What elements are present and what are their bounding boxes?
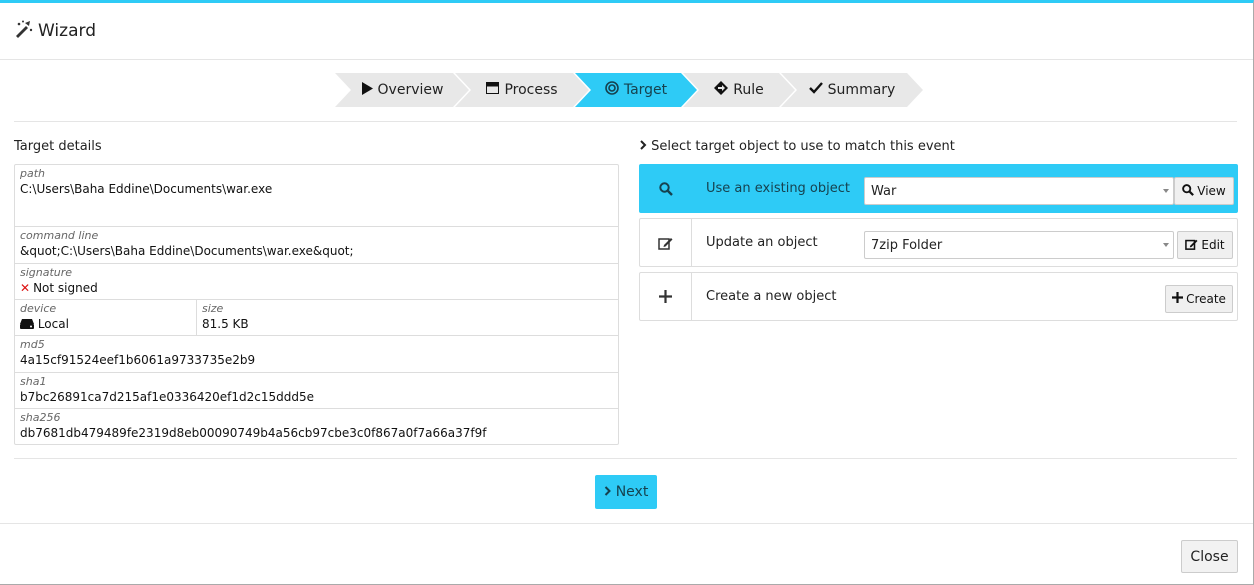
md5-row: md5 4a15cf91524eef1b6061a9733735e2b9 (15, 336, 618, 373)
edit-button-label: Edit (1201, 238, 1225, 252)
option-update-object[interactable]: Update an object 7zip Folder Edit (639, 218, 1238, 267)
sha256-label: sha256 (20, 411, 61, 424)
step-target[interactable]: Target (575, 73, 697, 107)
size-label: size (202, 302, 224, 315)
chevron-right-icon (604, 484, 611, 500)
update-object-select[interactable]: 7zip Folder (864, 231, 1174, 259)
select-target-title: Select target object to use to match thi… (639, 139, 955, 154)
option-create-object-label: Create a new object (706, 289, 837, 304)
signature-value: ✕ Not signed (20, 280, 613, 297)
view-button-label: View (1197, 184, 1226, 198)
device-value: Local (20, 316, 191, 333)
close-button[interactable]: Close (1181, 540, 1238, 573)
plus-icon (1172, 292, 1184, 306)
modal-footer (0, 523, 1253, 524)
wizard-steps: Overview Process Target Rule Summary (335, 73, 909, 109)
device-size-row: device Local size 81.5 KB (15, 300, 618, 336)
existing-object-select[interactable]: War (864, 177, 1174, 205)
edit-icon (640, 219, 692, 266)
next-button[interactable]: Next (595, 475, 657, 509)
search-icon (1182, 183, 1195, 199)
wizard-modal: Wizard Overview Process Target Rule Summ… (0, 0, 1254, 585)
check-icon (809, 82, 823, 98)
size-cell: size 81.5 KB (197, 300, 254, 335)
dropdown-caret-icon (1163, 189, 1169, 193)
divider (14, 458, 1237, 459)
signature-row: signature ✕ Not signed (15, 264, 618, 300)
command-line-label: command line (20, 229, 99, 242)
edit-icon (1185, 238, 1198, 253)
target-details-table: path C:\Users\Baha Eddine\Documents\war.… (14, 164, 619, 445)
dropdown-caret-icon (1163, 243, 1169, 247)
diamond-arrow-icon (714, 81, 728, 99)
md5-value: 4a15cf91524eef1b6061a9733735e2b9 (20, 353, 256, 367)
next-button-label: Next (615, 484, 649, 500)
step-overview[interactable]: Overview (335, 73, 469, 107)
chevron-right-icon (639, 139, 647, 154)
device-label: device (20, 302, 57, 315)
command-line-value: &quot;C:\Users\Baha Eddine\Documents\war… (20, 244, 354, 258)
option-use-existing[interactable]: Use an existing object War View (639, 164, 1238, 213)
device-cell: device Local (15, 300, 197, 335)
update-object-value: 7zip Folder (871, 237, 943, 253)
hard-drive-icon (20, 317, 34, 331)
sha1-value: b7bc26891ca7d215af1e0336420ef1d2c15ddd5e (20, 390, 315, 404)
signature-text: Not signed (33, 281, 98, 295)
window-icon (486, 82, 499, 98)
existing-object-value: War (871, 183, 897, 199)
x-icon: ✕ (20, 281, 31, 295)
option-update-object-label: Update an object (706, 235, 818, 250)
view-button[interactable]: View (1174, 177, 1234, 205)
edit-button[interactable]: Edit (1177, 231, 1233, 259)
sha1-row: sha1 b7bc26891ca7d215af1e0336420ef1d2c15… (15, 373, 618, 409)
plus-icon (640, 273, 692, 320)
command-line-row: command line &quot;C:\Users\Baha Eddine\… (15, 227, 618, 264)
step-rule[interactable]: Rule (683, 73, 795, 107)
divider (14, 121, 1237, 122)
select-target-title-text: Select target object to use to match thi… (651, 139, 955, 154)
option-use-existing-label: Use an existing object (706, 181, 850, 196)
sha1-label: sha1 (20, 375, 47, 388)
search-icon (640, 165, 692, 212)
modal-title-text: Wizard (38, 21, 96, 41)
modal-title: Wizard (14, 20, 96, 43)
play-icon (361, 82, 373, 99)
sha256-value: db7681db479489fe2319d8eb00090749b4a56cb9… (20, 426, 487, 440)
modal-header: Wizard (0, 3, 1253, 60)
target-details-title: Target details (14, 139, 102, 154)
step-summary[interactable]: Summary (781, 73, 923, 107)
signature-label: signature (20, 266, 73, 279)
sha256-row: sha256 db7681db479489fe2319d8eb00090749b… (15, 409, 618, 444)
magic-wand-icon (14, 20, 34, 43)
step-label: Summary (827, 82, 896, 98)
device-text: Local (37, 317, 69, 331)
step-label: Rule (733, 82, 764, 98)
path-label: path (20, 167, 46, 180)
target-icon (605, 81, 619, 99)
step-label: Process (504, 82, 558, 98)
path-value: C:\Users\Baha Eddine\Documents\war.exe (20, 182, 273, 196)
option-create-object[interactable]: Create a new object Create (639, 272, 1238, 321)
create-button[interactable]: Create (1165, 285, 1233, 313)
step-label: Overview (377, 82, 444, 98)
create-button-label: Create (1186, 292, 1226, 306)
md5-label: md5 (20, 338, 45, 351)
step-process[interactable]: Process (455, 73, 589, 107)
path-row: path C:\Users\Baha Eddine\Documents\war.… (15, 165, 618, 227)
step-label: Target (623, 82, 668, 98)
size-value: 81.5 KB (202, 317, 249, 331)
target-options: Use an existing object War View Update a… (639, 164, 1238, 326)
